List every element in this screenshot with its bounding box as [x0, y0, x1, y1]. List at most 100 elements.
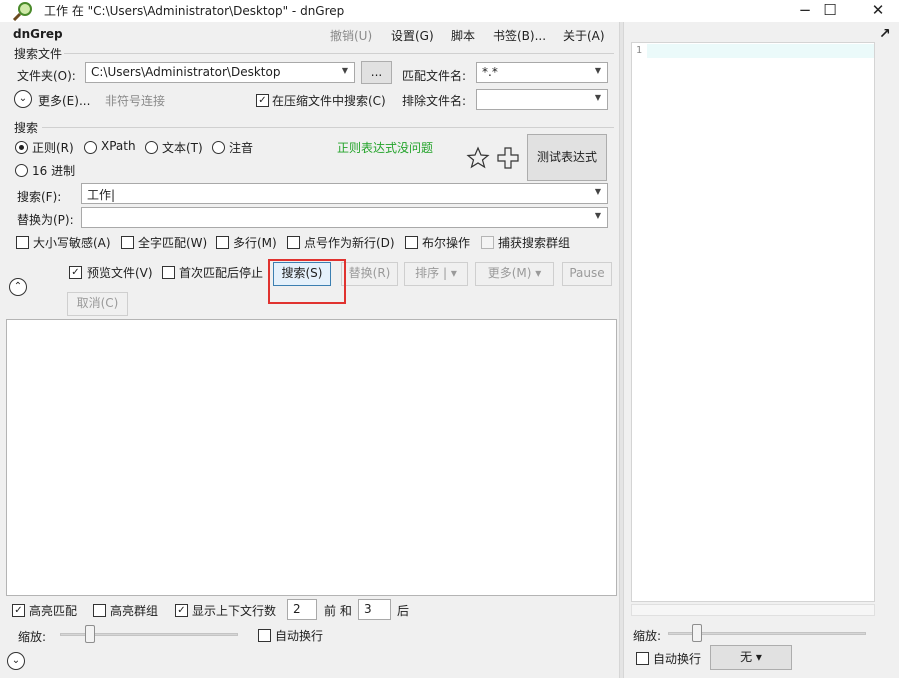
- collapse-up-icon[interactable]: ⌃: [9, 278, 27, 296]
- regex-radio[interactable]: [15, 141, 28, 154]
- sort-button[interactable]: 排序 | ▾: [404, 262, 468, 286]
- xpath-label: XPath: [101, 139, 136, 153]
- magnifier-app-icon: [12, 2, 32, 21]
- star-bookmark-icon[interactable]: [466, 146, 490, 170]
- maximize-button[interactable]: ☐: [809, 0, 851, 22]
- highlight-groups-checkbox[interactable]: [93, 604, 106, 617]
- whole-word-checkbox[interactable]: [121, 236, 134, 249]
- case-sensitive-checkbox[interactable]: [16, 236, 29, 249]
- regex-label: 正则(R): [32, 141, 74, 155]
- preview-horizontal-scrollbar[interactable]: [631, 604, 875, 616]
- replace-input[interactable]: ▼: [81, 207, 608, 228]
- search-group-label: 搜索: [14, 121, 39, 135]
- syntax-dropdown[interactable]: 无 ▾: [710, 645, 792, 670]
- dot-newline-label: 点号作为新行(D): [304, 236, 395, 250]
- preview-file-checkbox[interactable]: ✓: [69, 266, 82, 279]
- match-file-label: 匹配文件名:: [402, 69, 467, 83]
- chevron-down-icon: ▾: [755, 650, 762, 664]
- show-context-checkbox[interactable]: ✓: [175, 604, 188, 617]
- group-divider: [42, 127, 614, 128]
- boolean-label: 布尔操作: [422, 236, 471, 250]
- chevron-down-icon: ▾: [535, 266, 542, 280]
- more-actions-button[interactable]: 更多(M) ▾: [475, 262, 554, 286]
- text-label: 文本(T): [162, 141, 203, 155]
- context-after-input[interactable]: 3: [358, 599, 391, 620]
- preview-editor[interactable]: [631, 42, 875, 602]
- browse-button[interactable]: ...: [361, 61, 392, 84]
- more-actions-label: 更多(M): [487, 266, 532, 280]
- pause-button[interactable]: Pause: [562, 262, 612, 286]
- preview-word-wrap-checkbox[interactable]: [636, 652, 649, 665]
- search-value: 工作: [87, 188, 112, 202]
- preview-word-wrap-label: 自动换行: [653, 652, 702, 666]
- sort-label: 排序: [415, 266, 440, 280]
- word-wrap-checkbox[interactable]: [258, 629, 271, 642]
- highlight-matches-checkbox[interactable]: ✓: [12, 604, 25, 617]
- replace-button[interactable]: 替换(R): [341, 262, 398, 286]
- group-divider: [64, 53, 614, 54]
- stop-first-match-checkbox[interactable]: [162, 266, 175, 279]
- highlight-matches-label: 高亮匹配: [29, 604, 78, 618]
- replace-label: 替换为(P):: [17, 213, 74, 227]
- hex-radio[interactable]: [15, 164, 28, 177]
- phonetic-radio[interactable]: [212, 141, 225, 154]
- preview-zoom-slider-thumb[interactable]: [692, 624, 702, 642]
- syntax-value: 无: [740, 650, 753, 664]
- more-options-link[interactable]: 更多(E)...: [38, 92, 90, 109]
- search-input[interactable]: 工作| ▼: [81, 183, 608, 204]
- app-brand: dnGrep: [13, 27, 63, 41]
- popout-arrow-icon[interactable]: ↗: [879, 26, 891, 42]
- search-label: 搜索(F):: [17, 190, 62, 204]
- menu-settings[interactable]: 设置(G): [391, 27, 434, 44]
- whole-word-label: 全字匹配(W): [138, 236, 208, 250]
- non-symlink-label: 非符号连接: [105, 94, 166, 108]
- preview-file-label: 预览文件(V): [87, 266, 153, 280]
- exclude-file-combo[interactable]: ▼: [476, 89, 608, 110]
- search-archives-checkbox[interactable]: ✓: [256, 94, 269, 107]
- zoom-slider-thumb[interactable]: [85, 625, 95, 643]
- plus-add-icon[interactable]: [496, 146, 520, 170]
- boolean-checkbox[interactable]: [405, 236, 418, 249]
- multiline-label: 多行(M): [233, 236, 277, 250]
- close-button[interactable]: ✕: [857, 0, 899, 22]
- expand-more-icon[interactable]: ⌄: [14, 90, 32, 108]
- regex-status-text: 正则表达式没问题: [337, 141, 434, 155]
- show-context-label: 显示上下文行数: [192, 604, 277, 618]
- context-and-label: 前 和: [324, 604, 352, 618]
- context-before-input[interactable]: 2: [287, 599, 317, 620]
- folder-combo[interactable]: C:\Users\Administrator\Desktop ▼: [85, 62, 355, 83]
- menu-about[interactable]: 关于(A): [563, 27, 605, 44]
- capture-groups-label: 捕获搜索群组: [498, 236, 571, 250]
- current-line-highlight: [647, 44, 874, 58]
- capture-groups-checkbox[interactable]: [481, 236, 494, 249]
- cancel-button[interactable]: 取消(C): [67, 292, 128, 316]
- line-number: 1: [636, 45, 643, 56]
- search-archives-label: 在压缩文件中搜索(C): [272, 94, 386, 108]
- chevron-down-icon[interactable]: ▼: [342, 66, 348, 75]
- text-radio[interactable]: [145, 141, 158, 154]
- match-file-combo[interactable]: *.* ▼: [476, 62, 608, 83]
- xpath-radio[interactable]: [84, 141, 97, 154]
- search-files-group-label: 搜索文件: [14, 47, 63, 61]
- chevron-down-icon[interactable]: ▼: [595, 93, 601, 102]
- zoom-label: 缩放:: [18, 630, 47, 644]
- window-title: 工作 在 "C:\Users\Administrator\Desktop" - …: [44, 4, 345, 18]
- exclude-file-label: 排除文件名:: [402, 94, 467, 108]
- hex-label: 16 进制: [32, 164, 76, 178]
- chevron-down-icon: ▾: [450, 266, 457, 280]
- folder-value: C:\Users\Administrator\Desktop: [91, 65, 281, 79]
- menu-script[interactable]: 脚本: [451, 27, 475, 44]
- dot-newline-checkbox[interactable]: [287, 236, 300, 249]
- chevron-down-icon[interactable]: ▼: [595, 211, 601, 220]
- multiline-checkbox[interactable]: [216, 236, 229, 249]
- results-list[interactable]: [6, 319, 617, 596]
- test-expression-button[interactable]: 测试表达式: [527, 134, 607, 181]
- chevron-down-icon[interactable]: ▼: [595, 187, 601, 196]
- expand-down-icon[interactable]: ⌄: [7, 652, 25, 670]
- menu-bookmarks[interactable]: 书签(B)...: [493, 27, 546, 44]
- preview-zoom-label: 缩放:: [633, 629, 662, 643]
- stop-first-match-label: 首次匹配后停止: [179, 266, 264, 280]
- chevron-down-icon[interactable]: ▼: [595, 66, 601, 75]
- menu-undo[interactable]: 撤销(U): [330, 27, 372, 44]
- title-bar: 工作 在 "C:\Users\Administrator\Desktop" - …: [0, 0, 899, 22]
